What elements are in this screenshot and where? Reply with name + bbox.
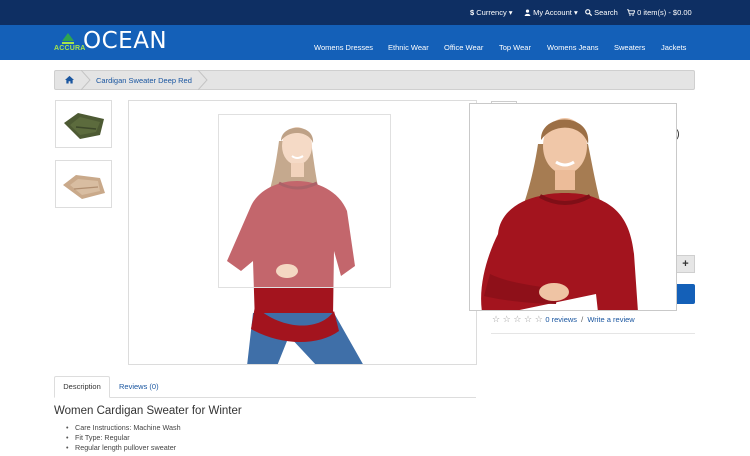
site-logo[interactable]: ACCURA OCEAN: [54, 28, 184, 56]
main-header: ACCURA OCEAN Womens Dresses Ethnic Wear …: [0, 25, 750, 60]
description-bullet-list: Care Instructions: Machine Wash Fit Type…: [66, 423, 181, 453]
reviews-count-link[interactable]: 0 reviews: [545, 315, 577, 324]
star-empty-icon: ☆: [534, 314, 543, 324]
star-empty-icon: ☆: [513, 314, 522, 324]
list-item: Regular length pullover sweater: [66, 443, 181, 453]
currency-dropdown[interactable]: $ Currency ▾: [470, 8, 513, 17]
breadcrumb-separator-icon: [198, 70, 208, 90]
nav-womens-dresses[interactable]: Womens Dresses: [314, 43, 373, 52]
add-to-cart-button[interactable]: [676, 284, 695, 304]
logo-small-text: ACCURA: [54, 45, 86, 52]
divider: [491, 333, 695, 334]
main-product-image[interactable]: [128, 100, 477, 365]
zoomed-model-image: [481, 118, 638, 310]
nav-sweaters[interactable]: Sweaters: [614, 43, 645, 52]
account-label: My Account: [533, 8, 572, 17]
tab-reviews[interactable]: Reviews (0): [119, 382, 159, 391]
cart-link[interactable]: 0 item(s) - $0.00: [627, 8, 692, 17]
home-icon[interactable]: [65, 75, 74, 84]
list-item: Care Instructions: Machine Wash: [66, 423, 181, 433]
product-rating: ☆ ☆ ☆ ☆ ☆ 0 reviews / Write a review: [492, 314, 635, 325]
list-item: Fit Type: Regular: [66, 433, 181, 443]
folded-beige-sweater-image: [63, 175, 105, 199]
nav-top-wear[interactable]: Top Wear: [499, 43, 531, 52]
search-icon: [585, 9, 593, 17]
breadcrumb-separator-icon: [81, 70, 91, 90]
star-empty-icon: ☆: [492, 314, 501, 324]
quantity-plus-button[interactable]: +: [676, 255, 695, 273]
breadcrumb-current[interactable]: Cardigan Sweater Deep Red: [96, 76, 192, 85]
zoom-lens[interactable]: [218, 114, 391, 288]
breadcrumb: Cardigan Sweater Deep Red: [54, 70, 695, 90]
tab-description[interactable]: Description: [54, 376, 110, 398]
cart-label: 0 item(s) - $0.00: [637, 8, 692, 17]
star-empty-icon: ☆: [524, 314, 533, 324]
logo-text: OCEAN: [83, 28, 168, 54]
caret-down-icon: ▾: [573, 8, 578, 17]
write-review-link[interactable]: Write a review: [587, 315, 634, 324]
dollar-icon: $: [470, 8, 475, 17]
thumbnail-green-sweater[interactable]: [55, 100, 112, 148]
description-title: Women Cardigan Sweater for Winter: [54, 405, 242, 417]
search-link[interactable]: Search: [585, 8, 618, 17]
zoom-preview-window: [469, 103, 677, 311]
cart-icon: [627, 9, 636, 16]
search-label: Search: [594, 8, 618, 17]
currency-label: Currency: [476, 8, 507, 17]
caret-down-icon: ▾: [508, 8, 513, 17]
nav-ethnic-wear[interactable]: Ethnic Wear: [388, 43, 429, 52]
tabs-divider: [54, 397, 476, 398]
nav-jackets[interactable]: Jackets: [661, 43, 686, 52]
rating-separator: /: [581, 315, 584, 324]
logo-mark-icon: [62, 33, 74, 44]
user-icon: [524, 9, 531, 16]
my-account-dropdown[interactable]: My Account ▾: [524, 8, 578, 17]
nav-office-wear[interactable]: Office Wear: [444, 43, 483, 52]
nav-womens-jeans[interactable]: Womens Jeans: [547, 43, 599, 52]
star-empty-icon: ☆: [502, 314, 511, 324]
thumbnail-beige-sweater[interactable]: [55, 160, 112, 208]
top-bar: $ Currency ▾ My Account ▾ Search 0 item(…: [0, 0, 750, 25]
folded-green-sweater-image: [64, 113, 104, 139]
